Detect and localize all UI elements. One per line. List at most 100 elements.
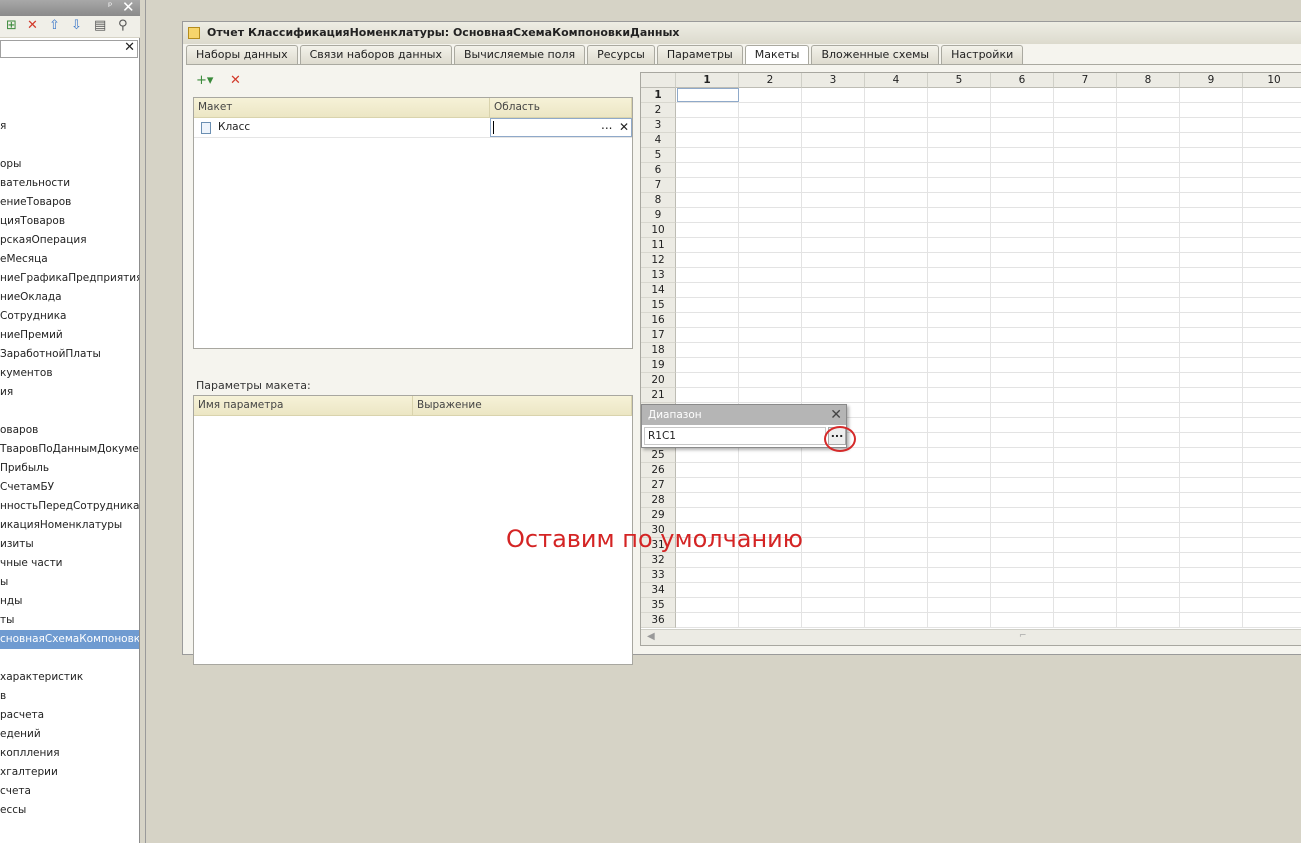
tree-item[interactable]: оры [0, 155, 139, 174]
tree-item[interactable]: рскаяОперация [0, 231, 139, 250]
row-header[interactable]: 9 [641, 208, 676, 223]
row-header[interactable]: 21 [641, 388, 676, 403]
tab-datasets[interactable]: Наборы данных [186, 45, 298, 64]
pin-icon[interactable]: ᵖ [108, 1, 112, 12]
row-header[interactable]: 4 [641, 133, 676, 148]
delete-layout-icon[interactable]: ✕ [230, 73, 241, 88]
row-header[interactable]: 8 [641, 193, 676, 208]
row-header[interactable]: 25 [641, 448, 676, 463]
tree-item[interactable]: коплления [0, 744, 139, 763]
tree-item[interactable]: СчетамБУ [0, 478, 139, 497]
row-header[interactable]: 7 [641, 178, 676, 193]
tree-item[interactable]: ТваровПоДаннымДокумента [0, 440, 139, 459]
tree-item[interactable]: едений [0, 725, 139, 744]
scroll-thumb[interactable]: ⌐ [1019, 631, 1027, 641]
tree-item[interactable]: сновнаяСхемаКомпоновки [0, 630, 139, 649]
row-header[interactable]: 2 [641, 103, 676, 118]
column-header-param-name[interactable]: Имя параметра [194, 396, 413, 416]
row-header[interactable]: 29 [641, 508, 676, 523]
column-header[interactable]: 5 [928, 73, 991, 88]
column-header[interactable]: 6 [991, 73, 1054, 88]
tree-item[interactable]: вательности [0, 174, 139, 193]
row-header[interactable]: 27 [641, 478, 676, 493]
tree-item[interactable]: ессы [0, 801, 139, 820]
row-header[interactable]: 15 [641, 298, 676, 313]
clear-search-icon[interactable]: ✕ [124, 40, 135, 55]
column-header[interactable]: 4 [865, 73, 928, 88]
tree-item[interactable]: чные части [0, 554, 139, 573]
tree-item[interactable]: ниеГрафикаПредприятия [0, 269, 139, 288]
tree-item[interactable]: ия [0, 383, 139, 402]
tree-search-input[interactable]: ✕ [0, 40, 138, 58]
column-header[interactable]: 7 [1054, 73, 1117, 88]
range-input[interactable]: R1C1 [644, 427, 826, 445]
row-header[interactable]: 36 [641, 613, 676, 628]
row-header[interactable]: 19 [641, 358, 676, 373]
row-header[interactable]: 6 [641, 163, 676, 178]
row-header[interactable]: 26 [641, 463, 676, 478]
row-header[interactable]: 5 [641, 148, 676, 163]
tree-item[interactable]: в [0, 687, 139, 706]
tree-item[interactable]: оваров [0, 421, 139, 440]
row-header[interactable]: 1 [641, 88, 676, 103]
column-header[interactable]: 1 [676, 73, 739, 88]
tree-item[interactable]: хгалтерии [0, 763, 139, 782]
row-header[interactable]: 12 [641, 253, 676, 268]
move-down-icon[interactable]: ⇩ [71, 18, 82, 33]
tab-settings[interactable]: Настройки [941, 45, 1024, 64]
area-input[interactable]: ... ✕ [490, 118, 632, 137]
tree-item[interactable]: еМесяца [0, 250, 139, 269]
tree-item[interactable]: Сотрудника [0, 307, 139, 326]
move-up-icon[interactable]: ⇧ [49, 18, 60, 33]
tree-item[interactable]: счета [0, 782, 139, 801]
add-icon[interactable]: ⊞ [6, 18, 17, 33]
row-header[interactable]: 28 [641, 493, 676, 508]
tree-item[interactable]: характеристик [0, 668, 139, 687]
tree-item[interactable]: ениеТоваров [0, 193, 139, 212]
row-header[interactable]: 34 [641, 583, 676, 598]
tree-item[interactable]: кументов [0, 364, 139, 383]
add-layout-icon[interactable]: +▾ [196, 73, 213, 88]
tree-item[interactable]: ЗаработнойПлаты [0, 345, 139, 364]
row-header[interactable]: 17 [641, 328, 676, 343]
spreadsheet-layout-editor[interactable]: 1 2 3 4 5 6 7 8 9 10 1 2 3 4 5 6 7 8 9 10 11 12 13 14 15 16 17 18 19… [640, 72, 1301, 646]
close-icon[interactable]: ✕ [830, 405, 842, 425]
row-header[interactable]: 35 [641, 598, 676, 613]
list-icon[interactable]: ▤ [94, 18, 106, 33]
row-header[interactable]: 33 [641, 568, 676, 583]
tab-resources[interactable]: Ресурсы [587, 45, 655, 64]
tab-layouts[interactable]: Макеты [744, 45, 810, 64]
corner-cell[interactable] [641, 73, 676, 88]
tab-dataset-links[interactable]: Связи наборов данных [299, 45, 452, 64]
tree-item[interactable]: цияТоваров [0, 212, 139, 231]
panel-splitter[interactable] [140, 0, 146, 843]
tab-calculated-fields[interactable]: Вычисляемые поля [453, 45, 586, 64]
tree-item[interactable]: ниеОклада [0, 288, 139, 307]
row-header[interactable]: 14 [641, 283, 676, 298]
delete-icon[interactable]: ✕ [27, 18, 38, 33]
tree-item[interactable]: нды [0, 592, 139, 611]
column-header-layout[interactable]: Макет [194, 98, 490, 118]
tree-item[interactable]: ниеПремий [0, 326, 139, 345]
row-header[interactable]: 32 [641, 553, 676, 568]
row-header[interactable]: 16 [641, 313, 676, 328]
scroll-left-icon[interactable]: ◀ [647, 631, 655, 642]
row-header[interactable]: 13 [641, 268, 676, 283]
column-header-expression[interactable]: Выражение [413, 396, 632, 416]
tree-item[interactable]: Прибыль [0, 459, 139, 478]
table-row[interactable]: Класс ... ✕ [194, 118, 632, 138]
column-header[interactable]: 2 [739, 73, 802, 88]
tab-parameters[interactable]: Параметры [656, 45, 743, 64]
column-header-area[interactable]: Область [490, 98, 632, 118]
tree-item[interactable]: я [0, 117, 139, 136]
tree-item[interactable]: ы [0, 573, 139, 592]
tree-item[interactable]: нностьПередСотрудниками [0, 497, 139, 516]
tree-item[interactable]: изиты [0, 535, 139, 554]
row-header[interactable]: 20 [641, 373, 676, 388]
tab-nested-schemas[interactable]: Вложенные схемы [811, 45, 940, 64]
column-header[interactable]: 3 [802, 73, 865, 88]
row-header[interactable]: 10 [641, 223, 676, 238]
clear-area-icon[interactable]: ✕ [619, 118, 629, 137]
tree-item[interactable]: расчета [0, 706, 139, 725]
row-header[interactable]: 3 [641, 118, 676, 133]
